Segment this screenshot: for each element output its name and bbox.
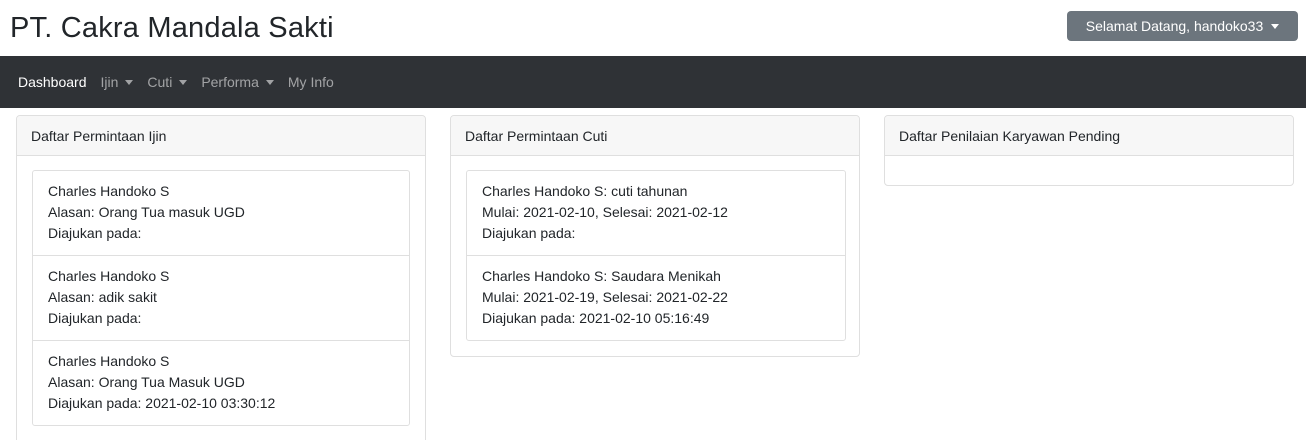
nav-my-info-label: My Info — [287, 74, 334, 90]
ijin-request-item[interactable]: Charles Handoko S Alasan: adik sakit Dia… — [33, 256, 409, 341]
submitted-at: Diajukan pada: — [48, 225, 142, 241]
nav-ijin-dropdown[interactable]: Ijin — [101, 74, 134, 90]
submitted-at: Diajukan pada: — [482, 225, 576, 241]
chevron-down-icon — [179, 79, 188, 85]
brand-title: PT. Cakra Mandala Sakti — [10, 12, 334, 44]
ijin-request-list: Charles Handoko S Alasan: Orang Tua masu… — [32, 170, 410, 426]
requester-name: Charles Handoko S — [48, 353, 170, 369]
submitted-at: Diajukan pada: — [48, 310, 142, 326]
ijin-card-title: Daftar Permintaan Ijin — [17, 116, 425, 156]
cuti-request-item[interactable]: Charles Handoko S: cuti tahunan Mulai: 2… — [467, 171, 845, 256]
cuti-request-card: Daftar Permintaan Cuti Charles Handoko S… — [450, 115, 860, 357]
nav-my-info[interactable]: My Info — [288, 74, 334, 90]
chevron-down-icon — [125, 79, 134, 85]
nav-cuti-dropdown[interactable]: Cuti — [147, 74, 188, 90]
nav-cuti-label: Cuti — [147, 74, 173, 90]
nav-performa-dropdown[interactable]: Performa — [201, 74, 274, 90]
nav-performa-label: Performa — [201, 74, 259, 90]
request-reason: Alasan: Orang Tua Masuk UGD — [48, 374, 245, 390]
leave-title: Charles Handoko S: Saudara Menikah — [482, 268, 721, 284]
page-header: PT. Cakra Mandala Sakti Selamat Datang, … — [0, 0, 1306, 56]
requester-name: Charles Handoko S — [48, 268, 170, 284]
leave-dates: Mulai: 2021-02-19, Selesai: 2021-02-22 — [482, 289, 728, 305]
request-reason: Alasan: adik sakit — [48, 289, 157, 305]
submitted-at: Diajukan pada: 2021-02-10 05:16:49 — [482, 310, 710, 326]
penilaian-card-title: Daftar Penilaian Karyawan Pending — [885, 116, 1293, 156]
user-menu-label: Selamat Datang, handoko33 — [1085, 18, 1264, 34]
nav-ijin-label: Ijin — [100, 74, 119, 90]
ijin-request-item[interactable]: Charles Handoko S Alasan: Orang Tua Masu… — [33, 341, 409, 425]
leave-dates: Mulai: 2021-02-10, Selesai: 2021-02-12 — [482, 204, 728, 220]
chevron-down-icon — [1271, 23, 1280, 29]
cuti-request-list: Charles Handoko S: cuti tahunan Mulai: 2… — [466, 170, 846, 341]
nav-dashboard-label: Dashboard — [18, 74, 87, 90]
cuti-request-item[interactable]: Charles Handoko S: Saudara Menikah Mulai… — [467, 256, 845, 340]
nav-dashboard[interactable]: Dashboard — [18, 74, 87, 90]
ijin-request-card: Daftar Permintaan Ijin Charles Handoko S… — [16, 115, 426, 440]
user-menu-button[interactable]: Selamat Datang, handoko33 — [1067, 11, 1298, 41]
request-reason: Alasan: Orang Tua masuk UGD — [48, 204, 245, 220]
penilaian-pending-card: Daftar Penilaian Karyawan Pending — [884, 115, 1294, 186]
main-navbar: Dashboard Ijin Cuti Performa My Info — [0, 56, 1306, 108]
cuti-card-title: Daftar Permintaan Cuti — [451, 116, 859, 156]
chevron-down-icon — [265, 79, 274, 85]
submitted-at: Diajukan pada: 2021-02-10 03:30:12 — [48, 395, 276, 411]
requester-name: Charles Handoko S — [48, 183, 170, 199]
ijin-request-item[interactable]: Charles Handoko S Alasan: Orang Tua masu… — [33, 171, 409, 256]
leave-title: Charles Handoko S: cuti tahunan — [482, 183, 688, 199]
